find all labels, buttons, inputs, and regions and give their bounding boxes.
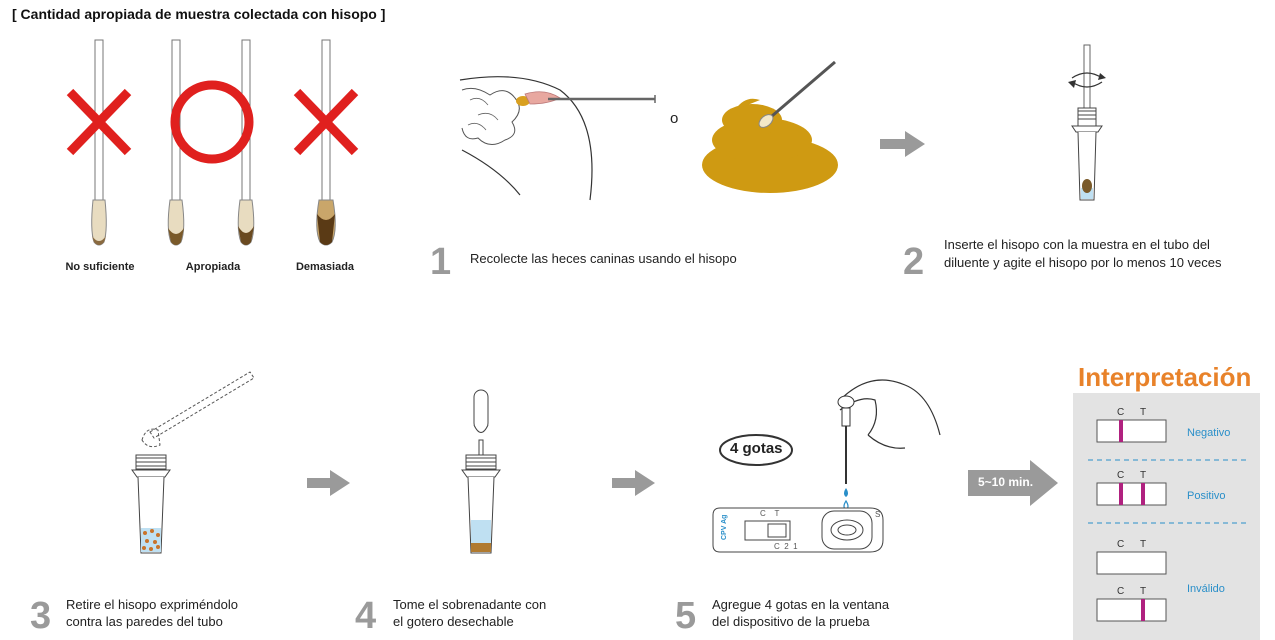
step-text: contra las paredes del tubo <box>66 614 223 629</box>
drops-label: 4 gotas <box>730 440 783 457</box>
strip-c-label: C <box>1117 539 1125 550</box>
strip-t-label: T <box>1140 407 1147 418</box>
strip-c-label: C <box>1117 407 1125 418</box>
result-label: Positivo <box>1187 490 1226 502</box>
device-c21-label: C 2 1 <box>774 542 798 551</box>
page-title: [ Cantidad apropiada de muestra colectad… <box>12 6 386 22</box>
step-number: 2 <box>903 241 925 283</box>
swab-label: Apropiada <box>185 261 241 273</box>
device-ct-label: C T <box>760 509 780 518</box>
strip-c-label: C <box>1117 470 1125 481</box>
swab-not-enough <box>91 39 107 246</box>
o-mark-icon <box>170 80 254 164</box>
step-text: Agregue 4 gotas en la ventana <box>712 597 890 612</box>
strip-t-label: T <box>1140 586 1147 597</box>
step-number: 1 <box>430 241 452 283</box>
strip-t-label: T <box>1140 470 1147 481</box>
step-number: 3 <box>30 595 52 637</box>
time-label: 5~10 min. <box>978 475 1034 489</box>
step-text: Recolecte las heces caninas usando el hi… <box>470 251 737 266</box>
interpretation-title: Interpretación <box>1078 362 1252 392</box>
result-label: Negativo <box>1187 427 1231 439</box>
device-brand: CPV Ag <box>721 514 728 540</box>
result-label: Inválido <box>1187 583 1225 595</box>
strip-t-label: T <box>1140 539 1147 550</box>
device-s-label: S <box>875 510 881 519</box>
step-text: Retire el hisopo expriméndolo <box>66 597 238 612</box>
step-text: el gotero desechable <box>393 614 514 629</box>
strip-c-label: C <box>1117 586 1125 597</box>
step-text: Inserte el hisopo con la muestra en el t… <box>944 237 1210 252</box>
swab-too-much <box>316 39 336 246</box>
step-number: 4 <box>355 595 377 637</box>
or-text: o <box>670 110 679 127</box>
result-strips <box>1088 419 1250 622</box>
step-text: Tome el sobrenadante con <box>393 597 547 612</box>
step-text: diluente y agite el hisopo por lo menos … <box>944 255 1222 270</box>
swab-label: Demasiada <box>295 261 355 273</box>
step-text: del dispositivo de la prueba <box>712 614 870 629</box>
step-number: 5 <box>675 595 697 637</box>
swab-label: No suficiente <box>65 261 135 273</box>
